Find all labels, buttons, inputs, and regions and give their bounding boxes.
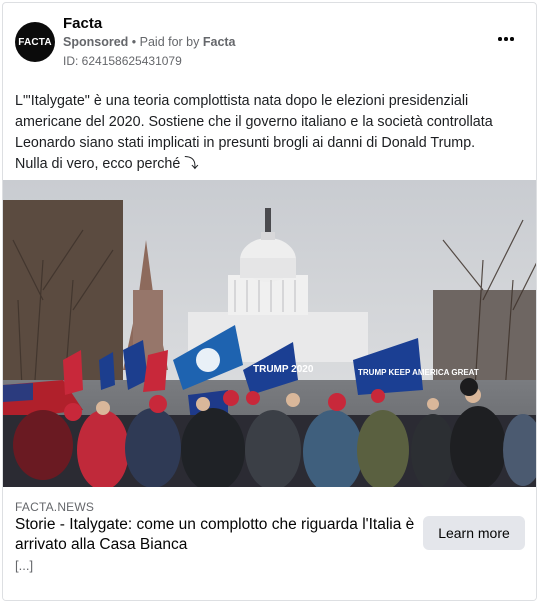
link-preview[interactable]: FACTA.NEWS Storie - Italygate: come un c… [3,490,536,600]
ad-header: FACTA Facta Sponsored • Paid for by Fact… [3,3,536,83]
link-headline[interactable]: Storie - Italygate: come un complotto ch… [15,515,415,555]
body-call-to-read: Nulla di vero, ecco perché ⤵ [15,156,199,172]
more-options-button[interactable] [494,27,518,51]
sponsored-line: Sponsored • Paid for by Facta [63,35,236,49]
more-dot [510,37,514,41]
ad-card: FACTA Facta Sponsored • Paid for by Fact… [2,2,537,601]
more-horizontal-icon [498,37,502,41]
ad-id: ID: 624158625431079 [63,54,182,68]
paid-for-prefix: Paid for by [139,35,203,49]
learn-more-button[interactable]: Learn more [423,516,525,550]
flag-text-keep-america-great: TRUMP KEEP AMERICA GREAT [358,368,479,377]
link-domain: FACTA.NEWS [15,500,95,514]
sponsored-label: Sponsored [63,35,129,49]
flag-text-trump-2020: TRUMP 2020 [253,364,314,375]
paid-for-name[interactable]: Facta [203,35,236,49]
page-name[interactable]: Facta [63,15,102,32]
body-paragraph: L"'Italygate" è una teoria complottista … [15,93,493,151]
avatar[interactable]: FACTA [15,22,55,62]
ad-body-text: L"'Italygate" è una teoria complottista … [15,91,530,175]
more-dot [504,37,508,41]
separator: • [128,35,140,49]
ad-image[interactable]: TRUMP 2020 TRUMP KEEP AMERICA GREAT [3,180,537,487]
link-description: [...] [15,558,34,573]
